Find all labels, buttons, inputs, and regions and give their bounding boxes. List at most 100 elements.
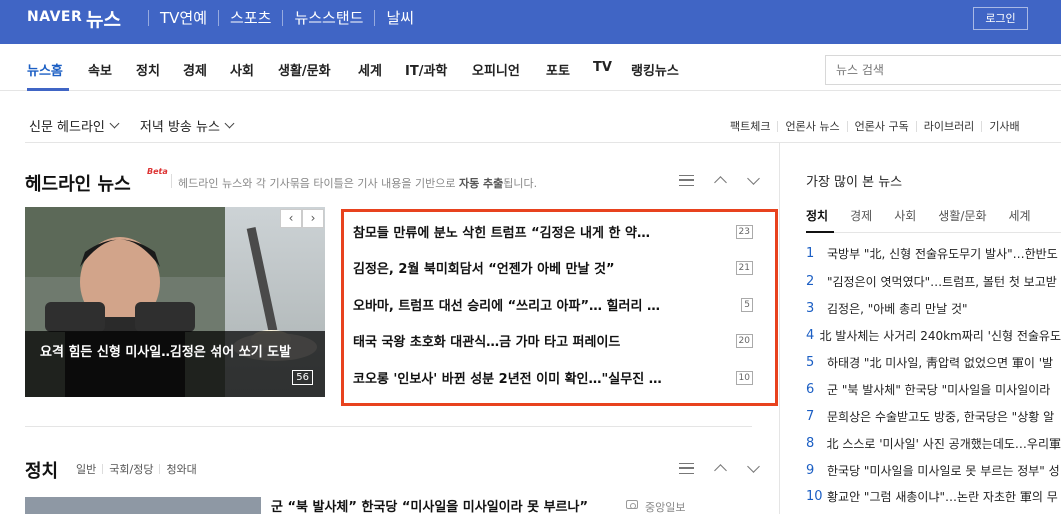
headline-description: 헤드라인 뉴스와 각 기사묶음 타이틀은 기사 내용을 기반으로 자동 추출됩니… [178, 175, 537, 191]
chevron-down-icon [224, 118, 235, 129]
tab-photo[interactable]: 포토 [546, 60, 570, 79]
politics-tab-bluehouse[interactable]: 청와대 [166, 461, 196, 477]
headline-section-title: 헤드라인 뉴스 [25, 174, 131, 195]
top-nav: TV연예 스포츠 뉴스스탠드 날씨 [137, 7, 414, 28]
chevron-down-icon[interactable] [747, 460, 760, 473]
headline-item-title[interactable]: 참모들 만류에 분노 삭힌 트럼프 “김정은 내게 한 약… [353, 222, 650, 241]
headline-item-count: 20 [735, 333, 753, 348]
prev-button[interactable]: ‹ [280, 209, 302, 228]
politics-thumbnail[interactable] [25, 497, 261, 514]
headline-item-count: 10 [735, 370, 753, 385]
list-view-icon[interactable] [679, 174, 694, 186]
press-name[interactable]: 중앙일보 [645, 499, 685, 514]
naver-logo[interactable]: NAVER [27, 9, 82, 25]
top-nav-weather[interactable]: 날씨 [386, 7, 414, 28]
evening-broadcast-dropdown[interactable]: 저녁 방송 뉴스 [140, 116, 235, 135]
politics-tab-assembly[interactable]: 국회/정당 [109, 461, 153, 477]
headline-item-count: 5 [741, 297, 753, 312]
tab-economy[interactable]: 경제 [183, 60, 207, 79]
politics-section-title[interactable]: 정치 [25, 457, 58, 483]
list-item-title[interactable]: 국방부 "北, 신형 전술유도무기 발사"…한반도 [827, 245, 1058, 262]
list-item[interactable]: 8 北 스스로 '미사일' 사진 공개했는데도…우리軍 [806, 435, 1061, 452]
tab-it-science[interactable]: IT/과학 [405, 60, 447, 79]
headline-item-title[interactable]: 오바마, 트럼프 대선 승리에 “쓰리고 아파”… 힐러리 … [353, 295, 660, 314]
photo-count-badge: 56 [292, 370, 313, 385]
desc-bold: 자동 추출 [458, 177, 504, 190]
divider [102, 464, 104, 474]
divider [846, 120, 848, 132]
headline-item[interactable]: 오바마, 트럼프 대선 승리에 “쓰리고 아파”… 힐러리 … 5 [353, 295, 753, 314]
most-viewed-tab-world[interactable]: 세계 [1009, 207, 1031, 224]
headline-item-title[interactable]: 코오롱 '인보사' 바뀐 성분 2년전 이미 확인…"실무진 … [353, 368, 662, 387]
politics-headline[interactable]: 군 “북 발사체” 한국당 “미사일을 미사일이라 못 부르나” [271, 496, 588, 514]
list-item-title[interactable]: 문희상은 수술받고도 방중, 한국당은 "상황 알 [827, 408, 1054, 425]
photo-caption[interactable]: 요격 힘든 신형 미사일‥김정은 섞어 쏘기 도발 [25, 331, 325, 397]
next-button[interactable]: › [302, 209, 324, 228]
top-bar: NAVER 뉴스 TV연예 스포츠 뉴스스탠드 날씨 로그인 [0, 0, 1061, 44]
news-brand[interactable]: 뉴스 [86, 5, 121, 32]
list-item-title[interactable]: 하태경 "北 미사일, 靑압력 없었으면 軍이 '발 [827, 354, 1053, 371]
most-viewed-tab-life-culture[interactable]: 생활/문화 [938, 207, 986, 224]
link-press-news[interactable]: 언론사 뉴스 [785, 118, 839, 134]
top-nav-sports[interactable]: 스포츠 [230, 7, 271, 28]
headline-item[interactable]: 태국 국왕 초호화 대관식…금 가마 타고 퍼레이드 20 [353, 331, 753, 350]
list-item[interactable]: 6 군 "북 발사체" 한국당 "미사일을 미사일이라 [806, 381, 1061, 398]
list-item[interactable]: 10 황교안 "그럼 새총이냐"…논란 자초한 軍의 무 [806, 488, 1061, 505]
most-viewed-tab-politics[interactable]: 정치 [806, 207, 828, 224]
link-library[interactable]: 라이브러리 [924, 118, 975, 134]
headline-item[interactable]: 코오롱 '인보사' 바뀐 성분 2년전 이미 확인…"실무진 … 10 [353, 368, 753, 387]
list-item[interactable]: 4 北 발사체는 사거리 240km짜리 '신형 전술유도 [806, 327, 1061, 344]
list-item[interactable]: 9 한국당 "미사일을 미사일로 못 부르는 정부" 성 [806, 462, 1061, 479]
tab-tv[interactable]: TV [593, 60, 612, 75]
link-factcheck[interactable]: 팩트체크 [730, 118, 770, 134]
link-article-more[interactable]: 기사배 [989, 118, 1019, 134]
chevron-up-icon[interactable] [714, 176, 727, 189]
link-press-subscribe[interactable]: 언론사 구독 [855, 118, 909, 134]
list-view-icon[interactable] [679, 462, 694, 474]
list-item-title[interactable]: 北 발사체는 사거리 240km짜리 '신형 전술유도 [819, 327, 1061, 344]
headline-item[interactable]: 참모들 만류에 분노 삭힌 트럼프 “김정은 내게 한 약… 23 [353, 222, 753, 241]
chevron-up-icon[interactable] [714, 464, 727, 477]
list-item[interactable]: 3 김정은, "아베 총리 만날 것" [806, 300, 1061, 317]
category-nav: 뉴스홈 속보 정치 경제 사회 생활/문화 세계 IT/과학 오피니언 포토 T… [0, 44, 1061, 91]
search-input[interactable] [826, 56, 1061, 84]
list-item-title[interactable]: 군 "북 발사체" 한국당 "미사일을 미사일이라 [827, 381, 1050, 398]
headline-item-title[interactable]: 김정은, 2월 북미회담서 “언젠가 아베 만날 것” [353, 258, 615, 277]
list-item-title[interactable]: 김정은, "아베 총리 만날 것" [827, 300, 968, 317]
list-item[interactable]: 1 국방부 "北, 신형 전술유도무기 발사"…한반도 [806, 245, 1061, 262]
login-button[interactable]: 로그인 [973, 7, 1028, 30]
list-item[interactable]: 7 문희상은 수술받고도 방중, 한국당은 "상황 알 [806, 408, 1061, 425]
list-item-title[interactable]: 北 스스로 '미사일' 사진 공개했는데도…우리軍 [827, 435, 1061, 452]
tab-breaking[interactable]: 속보 [88, 60, 112, 79]
tab-society[interactable]: 사회 [230, 60, 254, 79]
tab-world[interactable]: 세계 [358, 60, 382, 79]
tab-life-culture[interactable]: 생활/문화 [278, 60, 331, 79]
headline-photo[interactable]: 요격 힘든 신형 미사일‥김정은 섞어 쏘기 도발 56 [25, 207, 325, 397]
divider [777, 120, 779, 132]
top-nav-newsstand[interactable]: 뉴스스탠드 [294, 7, 363, 28]
headline-item-title[interactable]: 태국 국왕 초호화 대관식…금 가마 타고 퍼레이드 [353, 331, 620, 350]
subnav-right: 팩트체크 언론사 뉴스 언론사 구독 라이브러리 기사배 [730, 118, 1020, 134]
tab-ranking[interactable]: 랭킹뉴스 [631, 60, 679, 79]
subnav-left: 신문 헤드라인 저녁 방송 뉴스 [29, 116, 235, 135]
list-item-title[interactable]: 황교안 "그럼 새총이냐"…논란 자초한 軍의 무 [827, 488, 1058, 505]
list-item-title[interactable]: "김정은이 엿먹였다"…트럼프, 볼턴 첫 보고받 [827, 273, 1057, 290]
most-viewed-title: 가장 많이 본 뉴스 [806, 175, 903, 190]
chevron-down-icon[interactable] [747, 172, 760, 185]
list-item[interactable]: 5 하태경 "北 미사일, 靑압력 없었으면 軍이 '발 [806, 354, 1061, 371]
chevron-down-icon [109, 118, 120, 129]
headline-item[interactable]: 김정은, 2월 북미회담서 “언젠가 아베 만날 것” 21 [353, 258, 753, 277]
top-nav-tv[interactable]: TV연예 [160, 7, 207, 28]
newspaper-headline-dropdown[interactable]: 신문 헤드라인 [29, 116, 120, 135]
list-item-title[interactable]: 한국당 "미사일을 미사일로 못 부르는 정부" 성 [827, 462, 1060, 479]
politics-tab-general[interactable]: 일반 [76, 461, 96, 477]
tab-politics[interactable]: 정치 [136, 60, 160, 79]
most-viewed-tab-economy[interactable]: 경제 [850, 207, 872, 224]
tab-opinion[interactable]: 오피니언 [472, 60, 520, 79]
list-item[interactable]: 2 "김정은이 엿먹였다"…트럼프, 볼턴 첫 보고받 [806, 273, 1061, 290]
most-viewed-tab-society[interactable]: 사회 [894, 207, 916, 224]
camera-icon [626, 500, 638, 509]
search-box [825, 55, 1061, 85]
divider [218, 9, 220, 26]
tab-news-home[interactable]: 뉴스홈 [27, 60, 63, 79]
